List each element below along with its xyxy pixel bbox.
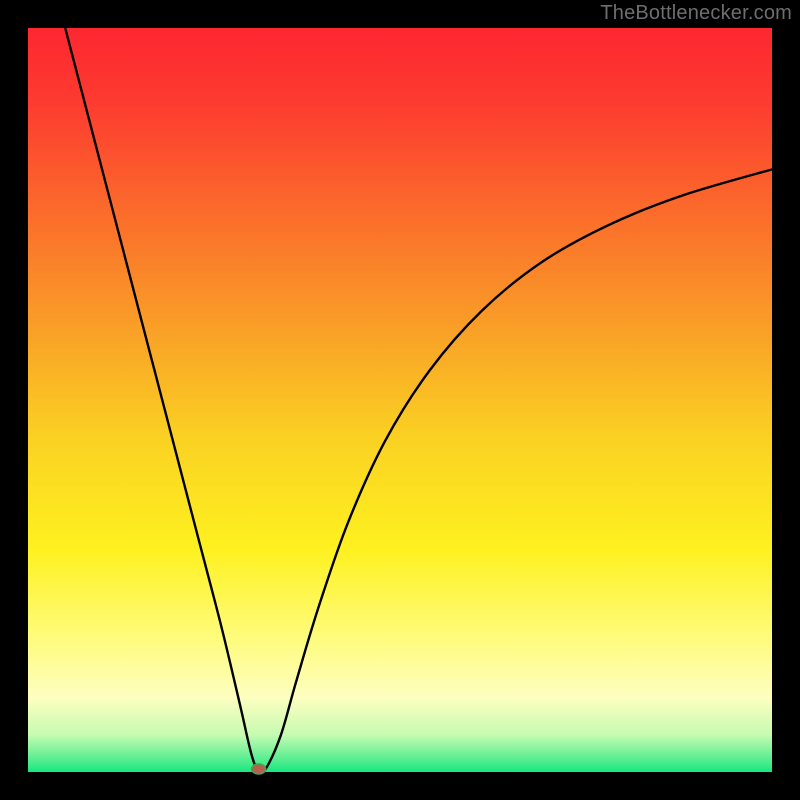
- watermark-text: TheBottlenecker.com: [600, 2, 792, 25]
- chart-container: TheBottlenecker.com: [0, 0, 800, 800]
- bottleneck-chart: [0, 0, 800, 800]
- plot-area: [28, 28, 772, 772]
- minimum-marker: [252, 764, 266, 774]
